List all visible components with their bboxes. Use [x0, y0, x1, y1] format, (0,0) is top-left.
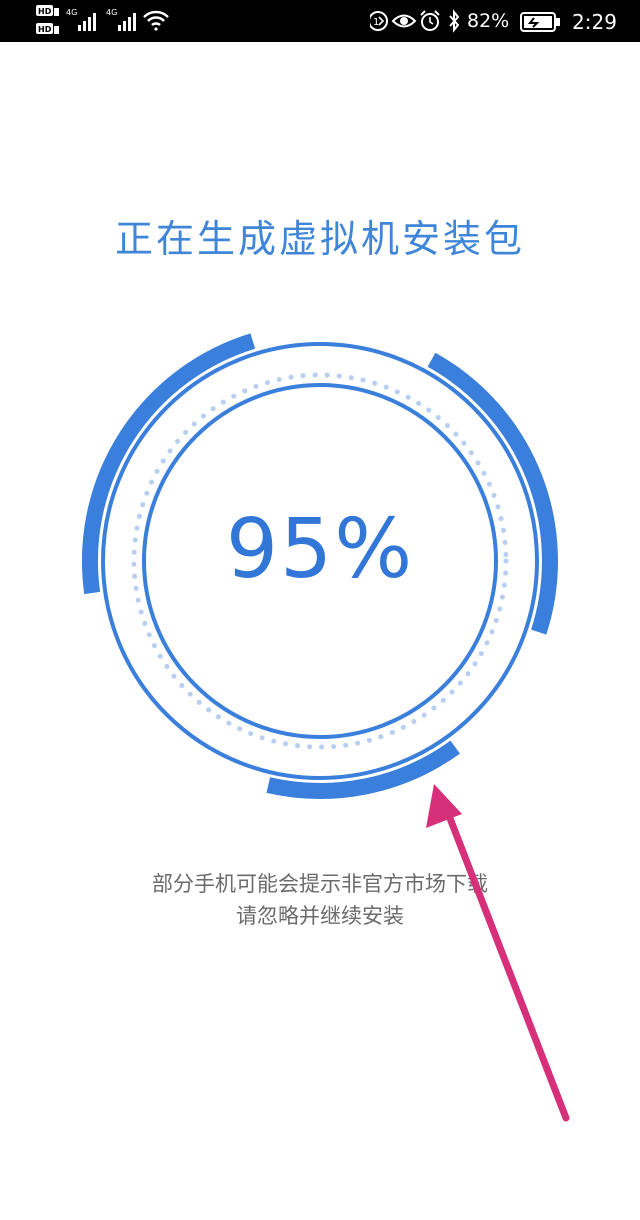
battery-icon	[520, 12, 560, 32]
sim1-hd-icon: HD	[36, 5, 59, 16]
hint-line-2: 请忽略并继续安装	[236, 904, 404, 928]
arrow-shaft	[442, 804, 570, 1122]
battery-percent: 82%	[467, 10, 510, 32]
alarm-icon	[420, 10, 440, 31]
signal-icon: 4G	[66, 8, 96, 31]
sim1-label: HD	[38, 7, 52, 16]
eye-comfort-icon	[391, 14, 417, 28]
bluetooth-icon	[449, 9, 460, 33]
clock: 2:29	[572, 10, 617, 34]
hint-line-1: 部分手机可能会提示非官方市场下载	[152, 872, 488, 896]
progress-percent: 95%	[225, 502, 415, 597]
data-saver-icon: 1	[370, 11, 388, 31]
network2-label: 4G	[106, 8, 117, 17]
page-title: 正在生成虚拟机安装包	[114, 217, 525, 261]
arc-segment-bottom	[266, 740, 460, 799]
wifi-icon	[143, 10, 169, 31]
network-status-icons: HD HD 4G 4G	[36, 5, 169, 34]
system-status-icons: 1 82% 2:29	[370, 0, 640, 42]
status-bar: HD HD 4G 4G 1 82% 2:29	[0, 0, 640, 42]
sim2-hd-icon: HD	[36, 23, 59, 34]
sim2-label: HD	[38, 25, 52, 34]
signal-icon: 4G	[106, 8, 136, 31]
svg-text:1: 1	[373, 17, 379, 28]
network1-label: 4G	[66, 8, 77, 17]
